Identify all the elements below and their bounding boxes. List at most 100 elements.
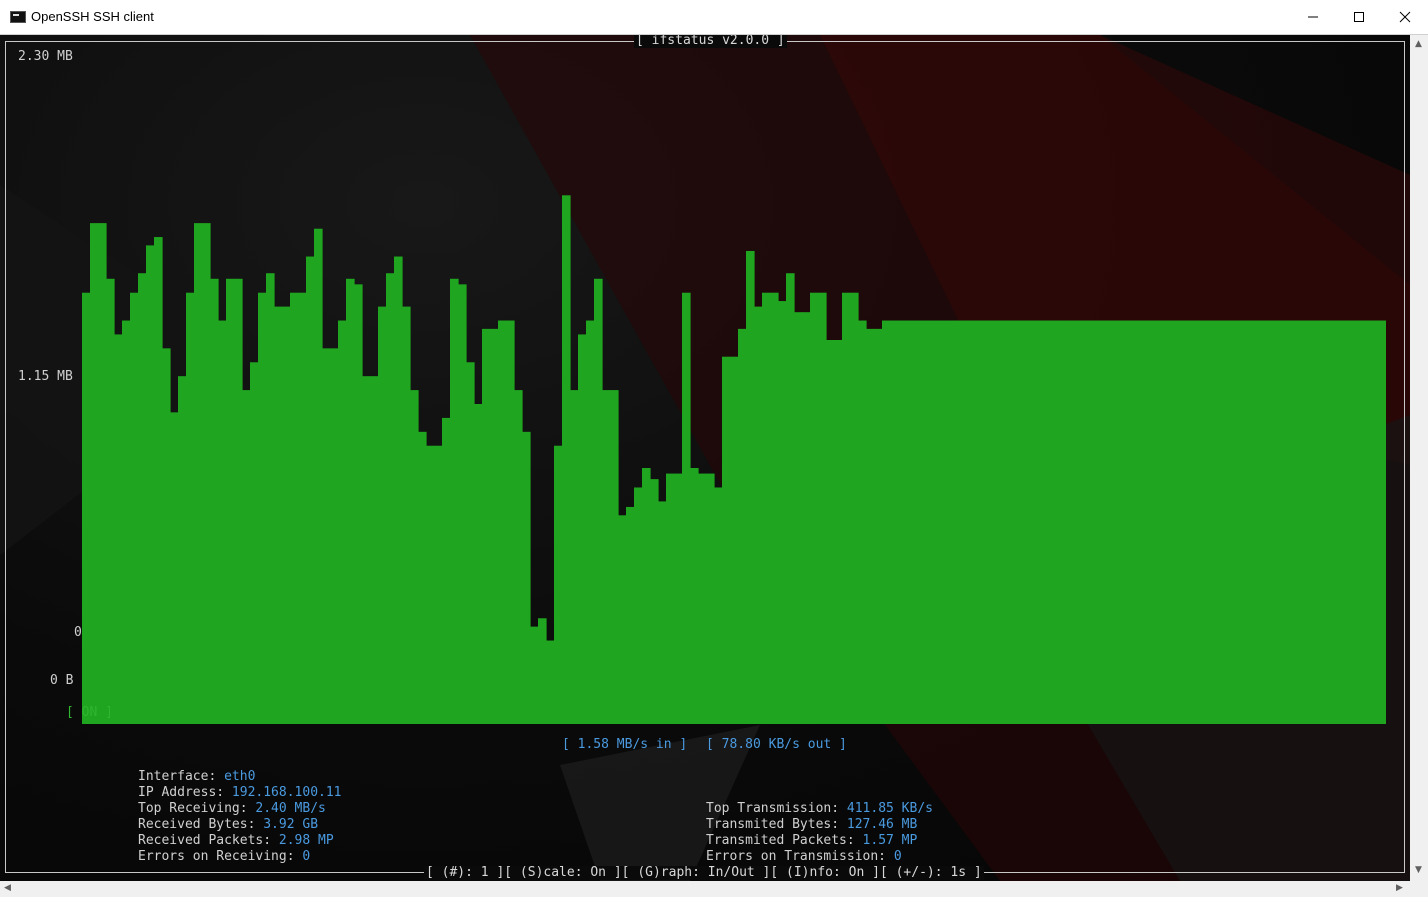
graph-bar [1202,320,1211,724]
info-top-receiving: Top Receiving: 2.40 MB/s [138,801,326,817]
graph-bar [1290,320,1299,724]
info-interface-value: eth0 [224,769,256,784]
terminal-viewport[interactable]: [ ifstatus v2.0.0 ] 2.30 MB 1.15 MB 0 0 … [0,35,1410,881]
graph-bar [338,320,347,724]
graph-bar [474,404,483,724]
info-ip-value: 192.168.100.11 [231,785,342,800]
graph-bar [778,301,787,724]
graph-bar [698,473,707,724]
graph-bar [450,278,459,724]
graph-bar [1066,320,1075,724]
graph-bar [722,356,731,724]
graph-bar [1090,320,1099,724]
graph-bar [946,320,955,724]
scroll-left-icon[interactable]: ◀ [4,883,11,893]
graph-bar [218,320,227,724]
graph-bar [1114,320,1123,724]
graph-bar [914,320,923,724]
vertical-scrollbar[interactable]: ▲ ▼ [1410,35,1428,881]
info-rx-packets-label: Received Packets: [138,833,279,848]
graph-bar [202,223,211,724]
info-tx-packets-value: 1.57 MP [862,833,918,848]
graph-bar [1122,320,1131,724]
maximize-button[interactable] [1336,0,1382,34]
graph-bar [210,278,219,724]
graph-bar [122,320,131,724]
terminal-app-icon [10,11,26,23]
graph-bar [482,328,491,724]
graph-bar [770,292,779,724]
graph-bar [978,320,987,724]
graph-bar [954,320,963,724]
graph-bar [442,417,451,724]
minimize-button[interactable] [1290,0,1336,34]
graph-bar [402,306,411,724]
graph-bar [626,506,635,724]
graph-bar [1002,320,1011,724]
graph-bar [826,340,835,724]
graph-bar [746,250,755,724]
y-axis-zero-marker: 0 [74,625,82,640]
graph-bar [930,320,939,724]
graph-bar [282,306,291,724]
graph-bar [386,273,395,724]
graph-bar [650,479,659,724]
graph-bar [1298,320,1307,724]
graph-bar [1322,320,1331,724]
info-top-transmission: Top Transmission: 411.85 KB/s [706,801,933,817]
graph-bar [346,278,355,724]
graph-bar [362,376,371,724]
graph-bar [1330,320,1339,724]
graph-bar [1218,320,1227,724]
graph-bar [226,278,235,724]
info-received-bytes: Received Bytes: 3.92 GB [138,817,318,833]
graph-bar [882,320,891,724]
horizontal-scrollbar[interactable]: ◀ ▶ [0,881,1410,897]
graph-bar [394,256,403,724]
graph-bar [690,468,699,724]
graph-bar [586,320,595,724]
graph-bar [106,278,115,724]
window-titlebar[interactable]: OpenSSH SSH client [0,0,1428,35]
graph-bar [1250,320,1259,724]
graph-bar [802,312,811,724]
graph-bar [738,328,747,724]
graph-bar [1170,320,1179,724]
graph-bar [242,390,251,724]
graph-bar [1106,320,1115,724]
graph-bar [146,245,155,724]
graph-bar [610,390,619,724]
info-tx-bytes-label: Transmited Bytes: [706,817,847,832]
y-axis-top-label: 2.30 MB [18,49,73,64]
graph-bar [570,390,579,724]
graph-bar [922,320,931,724]
graph-bar [874,328,883,724]
graph-bar [1346,320,1355,724]
graph-bar [682,292,691,724]
graph-bar [1018,320,1027,724]
info-tx-errors-label: Errors on Transmission: [706,849,894,864]
app-header-title: [ ifstatus v2.0.0 ] [634,35,787,48]
y-axis-bottom-label: 0 B [50,673,74,688]
graph-bar [1026,320,1035,724]
graph-bar [1282,320,1291,724]
graph-bar [994,320,1003,724]
scrollbar-corner [1410,881,1428,897]
close-button[interactable] [1382,0,1428,34]
graph-bar [186,292,195,724]
scroll-up-icon[interactable]: ▲ [1415,39,1422,49]
info-top-tx-label: Top Transmission: [706,801,847,816]
scroll-down-icon[interactable]: ▼ [1415,865,1422,875]
graph-bar [578,334,587,724]
y-axis-mid-label: 1.15 MB [18,369,73,384]
graph-bar [1098,320,1107,724]
scroll-right-icon[interactable]: ▶ [1396,883,1403,893]
graph-bar [1058,320,1067,724]
graph-bar [1194,320,1203,724]
info-top-rx-value: 2.40 MB/s [255,801,326,816]
info-transmitted-packets: Transmited Packets: 1.57 MP [706,833,917,849]
graph-bar [418,431,427,724]
graph-bar [490,328,499,724]
graph-bar [938,320,947,724]
graph-bar [730,356,739,724]
